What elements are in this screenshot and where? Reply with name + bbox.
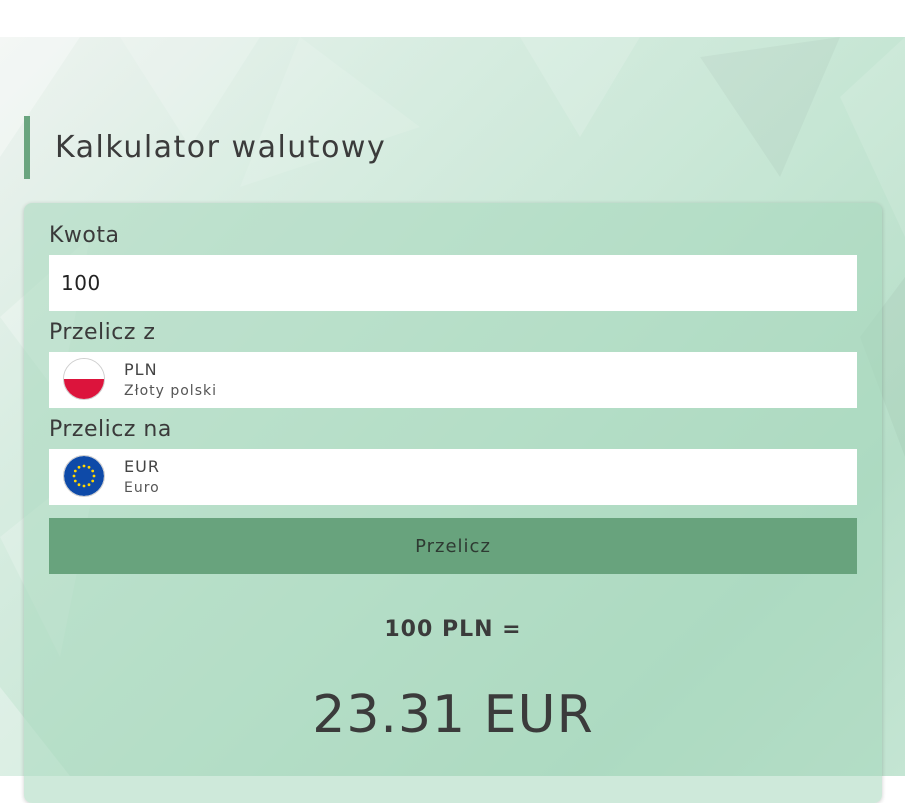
to-currency-select[interactable]: EUR Euro [49, 449, 857, 505]
from-currency-code: PLN [124, 360, 158, 379]
from-label: Przelicz z [49, 320, 156, 345]
calculator-card: Kwota 100 Przelicz z PLN Złoty polski Pr… [24, 203, 882, 803]
amount-label: Kwota [49, 223, 120, 248]
result-source: 100 PLN = [384, 617, 522, 642]
convert-button[interactable]: Przelicz [49, 518, 857, 574]
page-title: Kalkulator walutowy [55, 130, 387, 165]
to-currency-name: Euro [124, 480, 160, 496]
to-label: Przelicz na [49, 417, 172, 442]
amount-value: 100 [61, 271, 101, 295]
amount-input[interactable]: 100 [49, 255, 857, 311]
to-currency-code: EUR [124, 457, 160, 476]
poland-flag-icon [63, 358, 105, 400]
title-block: Kalkulator walutowy [24, 116, 386, 179]
result-value: 23.31 EUR [312, 685, 594, 745]
eu-flag-icon [63, 455, 105, 497]
from-currency-select[interactable]: PLN Złoty polski [49, 352, 857, 408]
from-currency-name: Złoty polski [124, 383, 217, 399]
